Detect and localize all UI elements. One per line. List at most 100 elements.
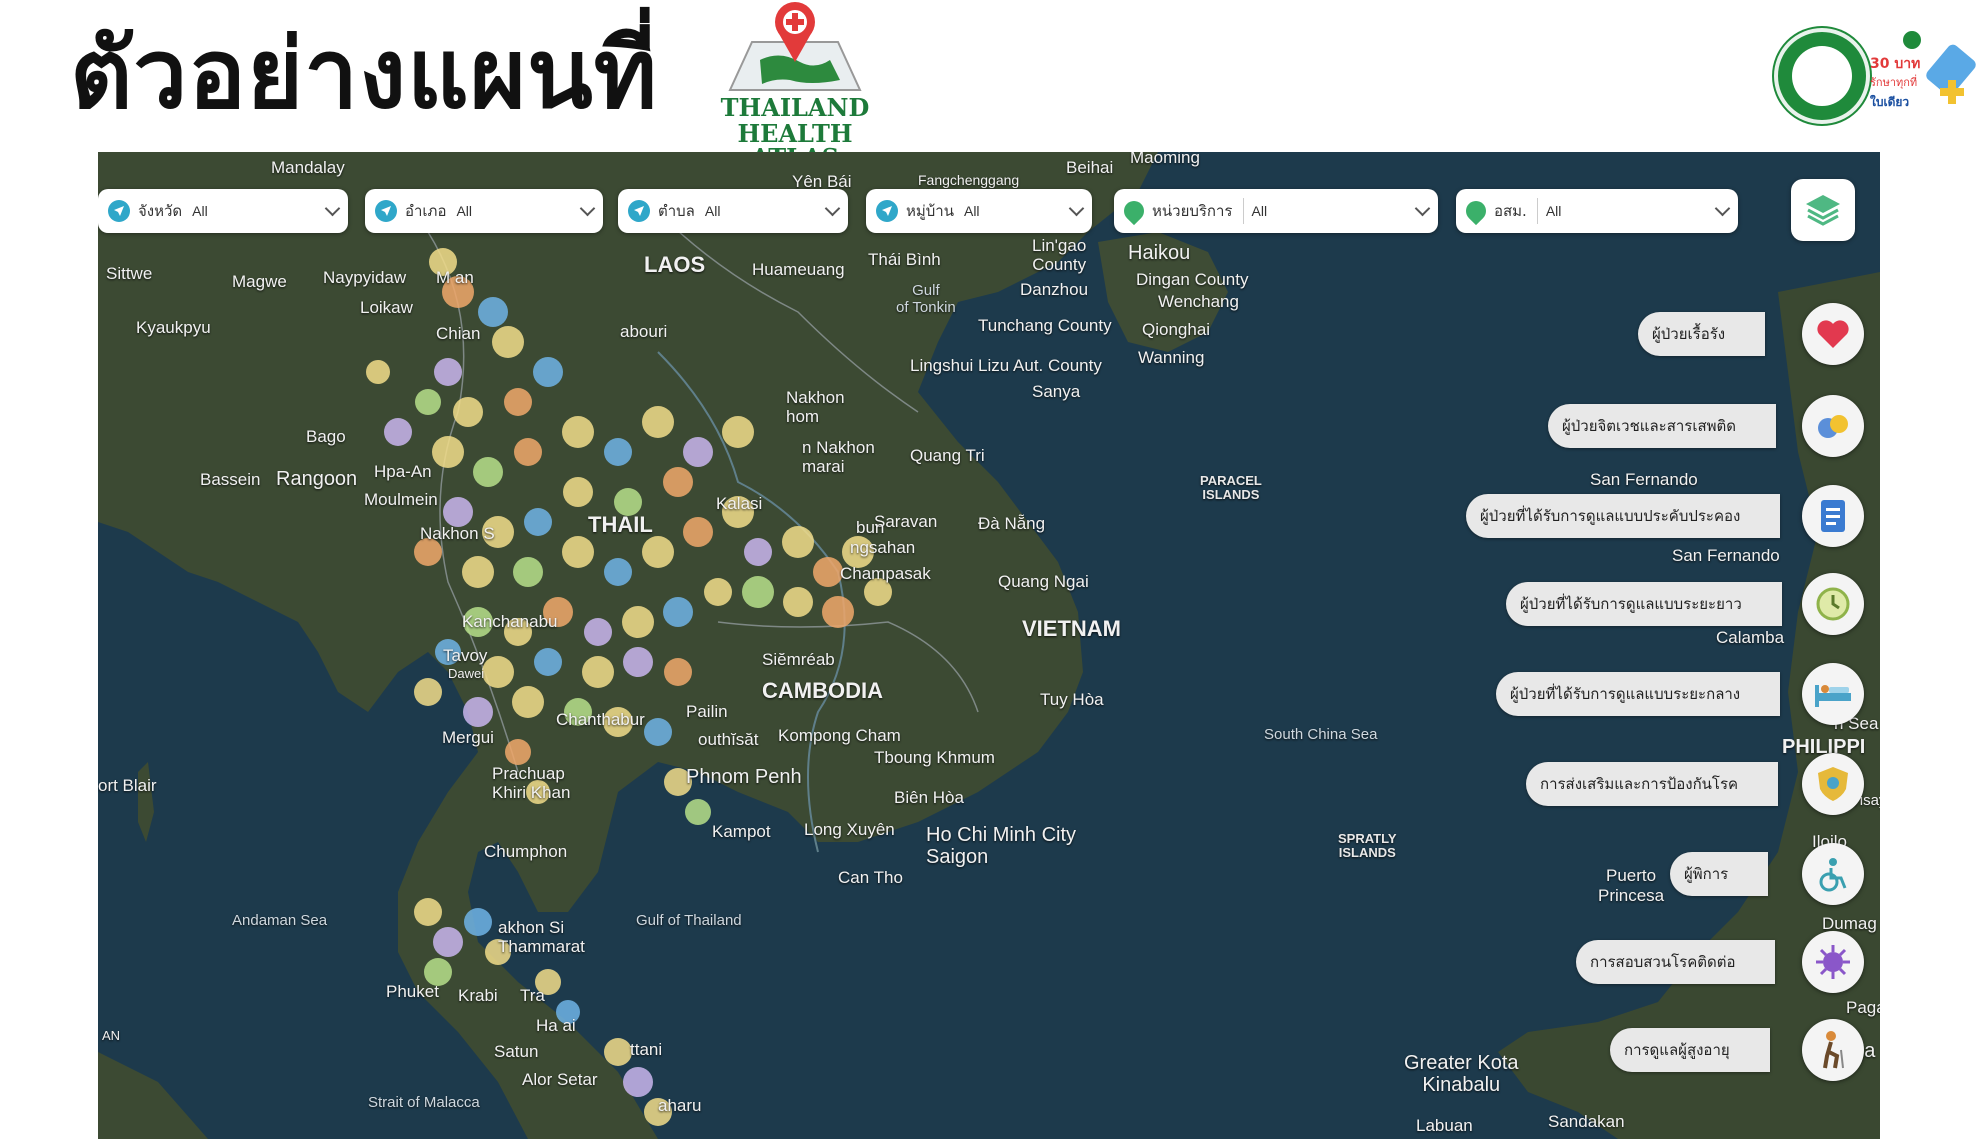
category-health-promotion[interactable]: การส่งเสริมและการป้องกันโรค xyxy=(1526,753,1864,815)
label-mergui: Mergui xyxy=(442,728,494,747)
location-pin-icon xyxy=(1119,196,1149,226)
filter-village-value: All xyxy=(963,203,980,219)
label-chumphon: Chumphon xyxy=(484,842,568,861)
label-sittwe: Sittwe xyxy=(106,264,153,283)
filter-divider xyxy=(1242,198,1244,224)
map-pin-logo-icon xyxy=(728,2,862,91)
chevron-down-icon xyxy=(1714,200,1731,217)
label-hat-yai: Ha ai xyxy=(536,1016,576,1035)
filter-subdistrict-value: All xyxy=(704,203,721,219)
svg-text:รักษาทุกที่: รักษาทุกที่ xyxy=(1870,74,1917,89)
navigation-arrow-icon xyxy=(375,200,397,222)
label-andaman-sea: Andaman Sea xyxy=(232,912,328,929)
label-nakhon-phanom: Nakhon hom xyxy=(786,388,845,426)
category-label: การสอบสวนโรคติดต่อ xyxy=(1576,940,1776,984)
filter-village-label: หมู่บ้าน xyxy=(906,202,954,220)
clock-icon xyxy=(1802,573,1864,635)
label-danzhou: Danzhou xyxy=(1020,280,1089,299)
wheelchair-icon xyxy=(1802,843,1864,905)
label-dingan: Dingan County xyxy=(1136,270,1249,289)
virus-icon xyxy=(1802,931,1864,993)
filter-province[interactable]: จังหวัด All xyxy=(98,189,348,233)
label-moulmein: Moulmein xyxy=(364,490,438,509)
category-label: การส่งเสริมและการป้องกันโรค xyxy=(1526,762,1779,806)
filter-village[interactable]: หมู่บ้าน All xyxy=(866,189,1092,233)
label-thai: THAIL xyxy=(588,512,653,537)
category-intermediate-care[interactable]: ผู้ป่วยที่ได้รับการดูแลแบบระยะกลาง xyxy=(1496,663,1864,725)
filter-service-unit[interactable]: หน่วยบริการ All xyxy=(1114,189,1438,233)
elderly-icon xyxy=(1802,1019,1864,1081)
heart-icon xyxy=(1802,303,1864,365)
svg-text:ใบเดียว: ใบเดียว xyxy=(1870,94,1909,109)
label-port-blair: ort Blair xyxy=(98,776,157,795)
slide-title: ตัวอย่างแผนที่ xyxy=(70,18,658,130)
category-label: ผู้ป่วยเรื้อรัง xyxy=(1638,312,1766,356)
label-south-china-sea: South China Sea xyxy=(1264,726,1378,743)
label-gulf-thailand: Gulf of Thailand xyxy=(636,912,742,929)
label-da-nang: Đà Nẵng xyxy=(978,514,1046,533)
label-champasak: Champasak xyxy=(840,564,931,583)
label-san-fernando-2: San Fernando xyxy=(1672,546,1780,565)
filter-district[interactable]: อำเภอ All xyxy=(365,189,603,233)
label-hcmc: Ho Chi Minh City Saigon xyxy=(926,824,1077,868)
label-wenchang: Wenchang xyxy=(1158,292,1239,311)
health-map[interactable]: Mandalay Sittwe Magwe Naypyidaw Loikaw K… xyxy=(98,152,1880,1139)
category-palliative-care[interactable]: ผู้ป่วยที่ได้รับการดูแลแบบประคับประคอง xyxy=(1466,485,1864,547)
label-nakhon-si: akhon Si Thammarat xyxy=(498,918,585,956)
svg-text:30 บาท: 30 บาท xyxy=(1870,56,1920,72)
category-disabled[interactable]: ผู้พิการ xyxy=(1670,843,1864,905)
label-ubon: bun xyxy=(856,518,885,537)
label-cambodia: CAMBODIA xyxy=(762,678,883,703)
label-kota-kinabalu: Greater Kota Kinabalu xyxy=(1404,1052,1519,1096)
label-maoming: Maoming xyxy=(1130,152,1200,167)
label-puerto-princesa: Puerto Princesa xyxy=(1598,866,1665,905)
label-quang-ngai: Quang Ngai xyxy=(998,572,1089,591)
category-long-term-care[interactable]: ผู้ป่วยที่ได้รับการดูแลแบบระยะยาว xyxy=(1506,573,1864,635)
label-gulf-tonkin: Gulf of Tonkin xyxy=(896,282,956,316)
label-tavoy: Tavoy xyxy=(443,646,488,665)
layers-icon xyxy=(1806,195,1840,226)
category-label: ผู้ป่วยที่ได้รับการดูแลแบบประคับประคอง xyxy=(1466,494,1781,538)
filter-subdistrict[interactable]: ตำบล All xyxy=(618,189,848,233)
label-long-xuyen: Long Xuyên xyxy=(804,820,895,839)
layers-button[interactable] xyxy=(1791,179,1855,241)
ministry-of-public-health-logo xyxy=(1774,28,1870,124)
label-bago: Bago xyxy=(306,427,346,446)
filter-district-value: All xyxy=(456,203,473,219)
category-label: ผู้ป่วยที่ได้รับการดูแลแบบระยะกลาง xyxy=(1496,672,1781,716)
label-phuket: Phuket xyxy=(386,982,439,1001)
filter-vhv[interactable]: อสม. All xyxy=(1456,189,1738,233)
chevron-down-icon xyxy=(324,200,341,217)
chevron-down-icon xyxy=(1068,200,1085,217)
label-magwe: Magwe xyxy=(232,272,287,291)
filter-vhv-label: อสม. xyxy=(1494,202,1527,220)
label-strait-malacca: Strait of Malacca xyxy=(368,1094,480,1111)
label-bassein: Bassein xyxy=(200,470,261,489)
label-sanya: Sanya xyxy=(1032,382,1081,401)
filter-service-unit-label: หน่วยบริการ xyxy=(1152,202,1233,220)
label-loikaw: Loikaw xyxy=(360,298,413,317)
category-chronic-patients[interactable]: ผู้ป่วยเรื้อรัง xyxy=(1638,303,1864,365)
category-elderly-care[interactable]: การดูแลผู้สูงอายุ xyxy=(1610,1019,1864,1081)
label-calamba: Calamba xyxy=(1716,628,1785,647)
logo-text-thailand: THAILAND xyxy=(720,93,870,122)
label-krabi: Krabi xyxy=(458,986,498,1005)
chevron-down-icon xyxy=(1414,200,1431,217)
filter-subdistrict-label: ตำบล xyxy=(658,202,695,220)
filter-vhv-value: All xyxy=(1545,203,1562,219)
label-tuy-hoa: Tuy Hòa xyxy=(1040,690,1104,709)
label-prachuap: Prachuap Khiri Khan xyxy=(492,764,571,802)
label-labuan: Labuan xyxy=(1416,1116,1473,1135)
label-kalasin: Kalasi xyxy=(716,494,763,513)
label-an: AN xyxy=(102,1028,121,1043)
label-fangchenggang: Fangchenggang xyxy=(918,172,1020,188)
label-spratly: SPRATLY ISLANDS xyxy=(1338,831,1397,861)
navigation-arrow-icon xyxy=(628,200,650,222)
label-kampot: Kampot xyxy=(712,822,771,841)
shield-icon xyxy=(1802,753,1864,815)
category-psychiatric-substance[interactable]: ผู้ป่วยจิตเวชและสารเสพติด xyxy=(1548,395,1864,457)
label-paracel: PARACEL ISLANDS xyxy=(1200,473,1262,503)
label-lingao: Lin'gao County xyxy=(1032,236,1087,274)
label-tunchang: Tunchang County xyxy=(978,316,1112,335)
category-communicable-disease-investigation[interactable]: การสอบสวนโรคติดต่อ xyxy=(1576,931,1864,993)
